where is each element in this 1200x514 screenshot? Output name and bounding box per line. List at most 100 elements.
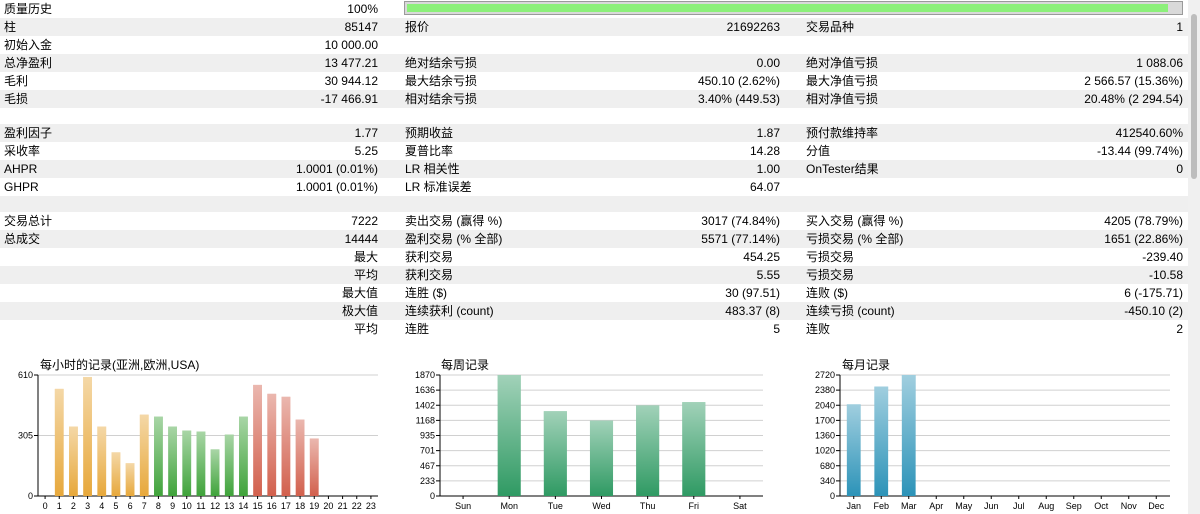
bar-highlight: [636, 405, 660, 496]
bar-highlight: [125, 463, 135, 496]
report-cell-l2: 绝对结余亏损: [405, 56, 478, 70]
x-tick-label: Apr: [929, 501, 943, 511]
report-cell-v2: 5571 (77.14%): [701, 232, 780, 246]
x-tick-label: Dec: [1148, 501, 1165, 511]
bar-highlight: [154, 416, 163, 496]
report-row: 平均 获利交易 5.55 亏损交易 -10.58: [0, 266, 1188, 284]
y-tick-label: 1360: [815, 431, 835, 441]
report-cell-l1: 初始入金: [4, 38, 53, 52]
report-cell-l2: 连胜: [405, 322, 430, 336]
bar-highlight: [874, 386, 889, 496]
bar-highlight: [182, 430, 192, 496]
x-tick-label: 12: [210, 501, 220, 511]
scrollbar-thumb[interactable]: [1191, 14, 1197, 179]
report-cell-v1: 5.25: [354, 144, 378, 158]
x-tick-label: Oct: [1094, 501, 1109, 511]
y-tick-label: 0: [28, 491, 33, 501]
x-tick-label: Sun: [455, 501, 471, 511]
report-row: 柱 85147 报价 21692263 交易品种 1: [0, 18, 1188, 36]
x-tick-label: 14: [238, 501, 248, 511]
x-tick-label: Nov: [1121, 501, 1138, 511]
report-cell-v1: 100%: [347, 2, 378, 16]
report-cell-v3: 1651 (22.86%): [1104, 232, 1183, 246]
report-cell-l3: 绝对净值亏损: [806, 56, 879, 70]
report-cell-v3: 2: [1176, 322, 1183, 336]
quality-history-bar: [404, 1, 1183, 15]
report-row: 盈利因子 1.77 预期收益 1.87 预付款维持率 412540.60%: [0, 124, 1188, 142]
bar-highlight: [139, 414, 149, 496]
y-tick-label: 0: [830, 491, 835, 501]
report-cell-l2: 盈利交易 (% 全部): [405, 232, 503, 246]
x-tick-label: 11: [196, 501, 205, 511]
report-cell-l3: 买入交易 (赢得 %): [806, 214, 904, 228]
report-cell-v1: -17 466.91: [320, 92, 378, 106]
y-tick-label: 610: [18, 370, 33, 380]
report-cell-v3: 2 566.57 (15.36%): [1084, 74, 1183, 88]
report-cell-v1: 14444: [344, 232, 378, 246]
bar-highlight: [281, 396, 291, 496]
x-tick-label: 9: [170, 501, 175, 511]
report-cell-v3: 6 (-175.71): [1124, 286, 1183, 300]
x-tick-label: Jul: [1013, 501, 1025, 511]
bar-highlight: [97, 426, 107, 496]
bar-highlight: [83, 376, 92, 496]
y-tick-label: 1870: [415, 370, 435, 380]
x-tick-label: 22: [352, 501, 362, 511]
report-cell-rl: 平均: [353, 268, 378, 282]
x-tick-label: Jun: [984, 501, 999, 511]
report-cell-v2: 30 (97.51): [725, 286, 780, 300]
report-cell-v3: 1: [1176, 20, 1183, 34]
report-cell-l3: 分值: [806, 144, 831, 158]
report-cell-l1: GHPR: [4, 180, 39, 194]
report-cell-l1: 交易总计: [4, 214, 53, 228]
x-tick-label: May: [955, 501, 973, 511]
x-tick-label: 8: [156, 501, 161, 511]
report-cell-l2: 获利交易: [405, 250, 454, 264]
bar-highlight: [682, 402, 706, 496]
report-cell-l2: 卖出交易 (赢得 %): [405, 214, 503, 228]
report-cell-v1: 85147: [344, 20, 378, 34]
report-cell-l2: 相对结余亏损: [405, 92, 478, 106]
x-tick-label: 0: [43, 501, 48, 511]
quality-history-fill: [407, 4, 1169, 12]
x-tick-label: 4: [99, 501, 104, 511]
report-cell-l3: 亏损交易 (% 全部): [806, 232, 904, 246]
report-cell-l2: LR 相关性: [405, 162, 460, 176]
y-tick-label: 935: [420, 431, 435, 441]
y-tick-label: 0: [430, 491, 435, 501]
report-row: 极大值 连续获利 (count) 483.37 (8) 连续亏损 (count) -45…: [0, 302, 1188, 320]
bar-highlight: [210, 449, 220, 496]
x-tick-label: 19: [309, 501, 319, 511]
bar-highlight: [239, 416, 248, 496]
report-cell-v3: 1 088.06: [1136, 56, 1183, 70]
x-tick-label: 16: [267, 501, 277, 511]
x-tick-label: Feb: [873, 501, 889, 511]
report-cell-l2: 报价: [405, 20, 430, 34]
report-cell-v2: 3.40% (449.53): [697, 92, 780, 106]
report-cell-l2: 连胜 ($): [405, 286, 448, 300]
y-tick-label: 1700: [815, 415, 835, 425]
bar-highlight: [253, 384, 262, 496]
x-tick-label: Sep: [1066, 501, 1082, 511]
report-cell-l3: 预付款维持率: [806, 126, 879, 140]
x-tick-label: 13: [224, 501, 234, 511]
report-cell-l2: LR 标准误差: [405, 180, 472, 194]
x-tick-label: 10: [182, 501, 192, 511]
report-cell-v2: 21692263: [726, 20, 780, 34]
report-row: 毛损 -17 466.91 相对结余亏损 3.40% (449.53) 相对净值亏损 20…: [0, 90, 1188, 108]
report-row: 质量历史 100%: [0, 0, 1188, 18]
report-row: 交易总计 7222 卖出交易 (赢得 %) 3017 (74.84%) 买入交易 (赢得…: [0, 212, 1188, 230]
x-tick-label: 17: [281, 501, 291, 511]
chart-title: 每小时的记录(亚洲,欧洲,USA): [40, 357, 199, 372]
hourly-chart: 每小时的记录(亚洲,欧洲,USA)03056100 1 2 3 4 5 6 7 8 9 10 11 12…: [18, 357, 378, 511]
report-cell-l2: 预期收益: [405, 126, 454, 140]
report-cell-v3: -239.40: [1142, 250, 1183, 264]
y-tick-label: 2040: [815, 400, 835, 410]
report-cell-v2: 14.28: [749, 144, 780, 158]
report-cell-v1: 7222: [351, 214, 378, 228]
report-cell-l1: 总成交: [4, 232, 41, 246]
report-cell-l3: 亏损交易: [806, 250, 855, 264]
report-cell-v2: 5.55: [756, 268, 780, 282]
report-cell-l3: 连败 ($): [806, 286, 849, 300]
bar-highlight: [196, 431, 206, 496]
